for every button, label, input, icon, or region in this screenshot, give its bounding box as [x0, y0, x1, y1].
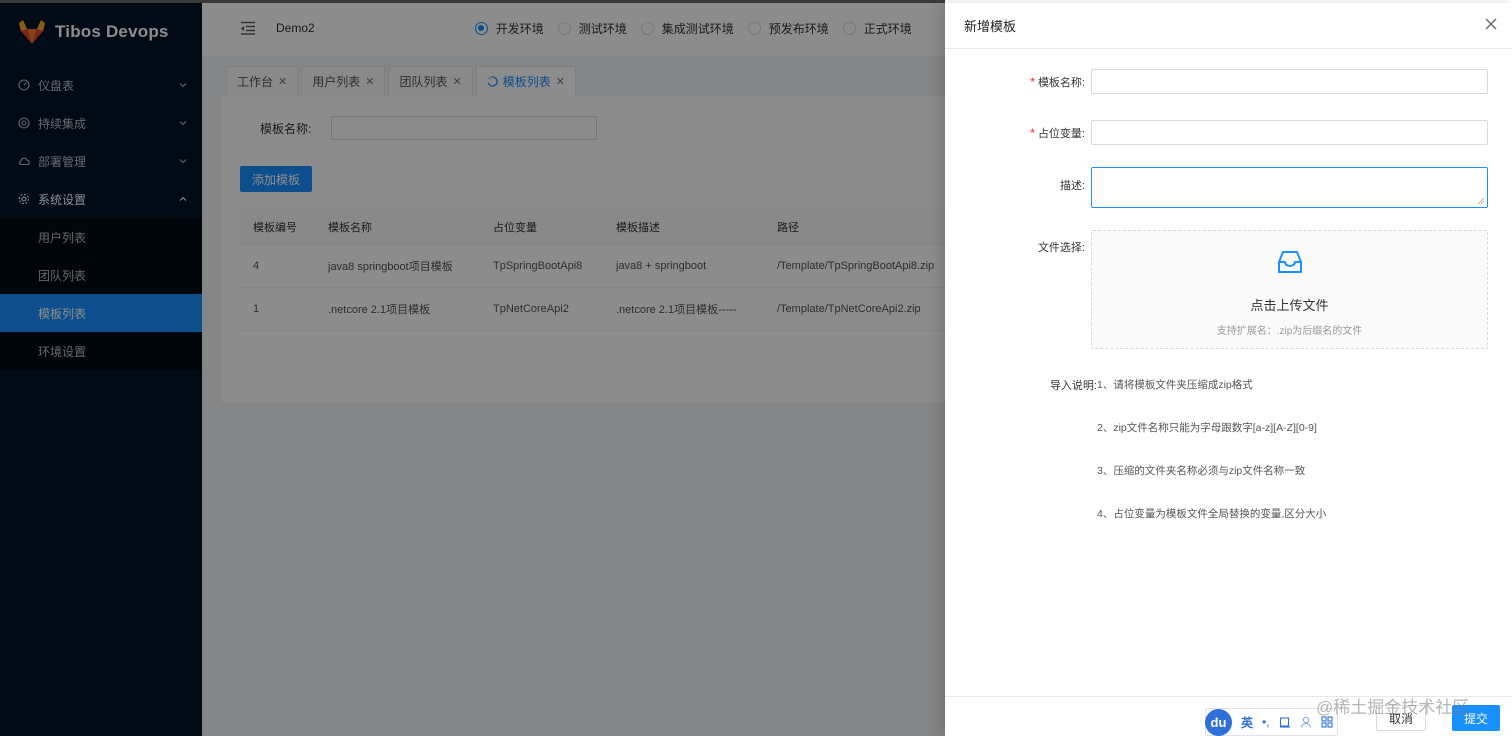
- inbox-icon: [1277, 251, 1302, 273]
- close-icon[interactable]: [1484, 17, 1498, 31]
- drawer-title: 新增模板: [964, 19, 1017, 34]
- import-notes: 导入说明: 1、请将模板文件夹压缩成zip格式: [945, 377, 1253, 393]
- field-label: 描述:: [1059, 180, 1085, 192]
- field-label-text: 模板名称:: [1037, 76, 1085, 89]
- form-row-var: * 占位变量:: [945, 120, 1488, 145]
- placeholder-variable-input[interactable]: [1091, 120, 1488, 145]
- resize-grip-icon[interactable]: [1477, 197, 1485, 205]
- required-mark: *: [1030, 125, 1035, 140]
- upload-hint: 支持扩展名：.zip为后缀名的文件: [1216, 326, 1363, 337]
- user-icon[interactable]: [1300, 716, 1312, 728]
- drawer-mask[interactable]: [0, 0, 945, 736]
- watermark: @稀土掘金技术社区: [1316, 698, 1470, 717]
- import-note-row: 3、压缩的文件夹名称必须与zip文件名称一致: [1097, 463, 1305, 478]
- form-row-desc: 描述:: [945, 167, 1488, 208]
- note-item: 1、请将模板文件夹压缩成zip格式: [1097, 379, 1253, 391]
- form-row-name: * 模板名称:: [945, 69, 1488, 94]
- baidu-ime-logo[interactable]: du: [1205, 708, 1232, 736]
- note-item: 4、占位变量为模板文件全局替换的变量,区分大小: [1097, 508, 1327, 520]
- cup-icon[interactable]: [1279, 716, 1291, 728]
- field-label: * 占位变量:: [945, 125, 1091, 141]
- add-template-drawer: 新增模板 * 模板名称: * 占位变量: 描述: 文件选择: 点击上传文件 支持扩展…: [945, 3, 1512, 736]
- drawer-header: 新增模板: [945, 3, 1512, 49]
- file-upload-dropzone[interactable]: 点击上传文件 支持扩展名：.zip为后缀名的文件: [1091, 230, 1488, 349]
- field-label: 文件选择:: [1037, 242, 1085, 254]
- ime-punctuation-toggle[interactable]: •,: [1262, 715, 1270, 729]
- ime-language-toggle[interactable]: 英: [1241, 714, 1253, 731]
- import-note-row: 4、占位变量为模板文件全局替换的变量,区分大小: [1097, 506, 1326, 521]
- note-item: 3、压缩的文件夹名称必须与zip文件名称一致: [1097, 465, 1306, 477]
- upload-text: 点击上传文件: [1250, 298, 1329, 313]
- import-note-row: 2、zip文件名称只能为字母跟数字[a-z][A-Z][0-9]: [1097, 420, 1317, 435]
- field-label: * 模板名称:: [945, 74, 1091, 90]
- required-mark: *: [1030, 74, 1035, 89]
- form-row-file: 文件选择: 点击上传文件 支持扩展名：.zip为后缀名的文件: [945, 230, 1488, 349]
- field-label-text: 占位变量:: [1037, 127, 1085, 140]
- note-item: 2、zip文件名称只能为字母跟数字[a-z][A-Z][0-9]: [1097, 422, 1317, 434]
- notes-label: 导入说明:: [1049, 380, 1097, 392]
- template-name-input[interactable]: [1091, 69, 1488, 94]
- description-textarea[interactable]: [1091, 167, 1488, 208]
- top-border: [0, 0, 945, 3]
